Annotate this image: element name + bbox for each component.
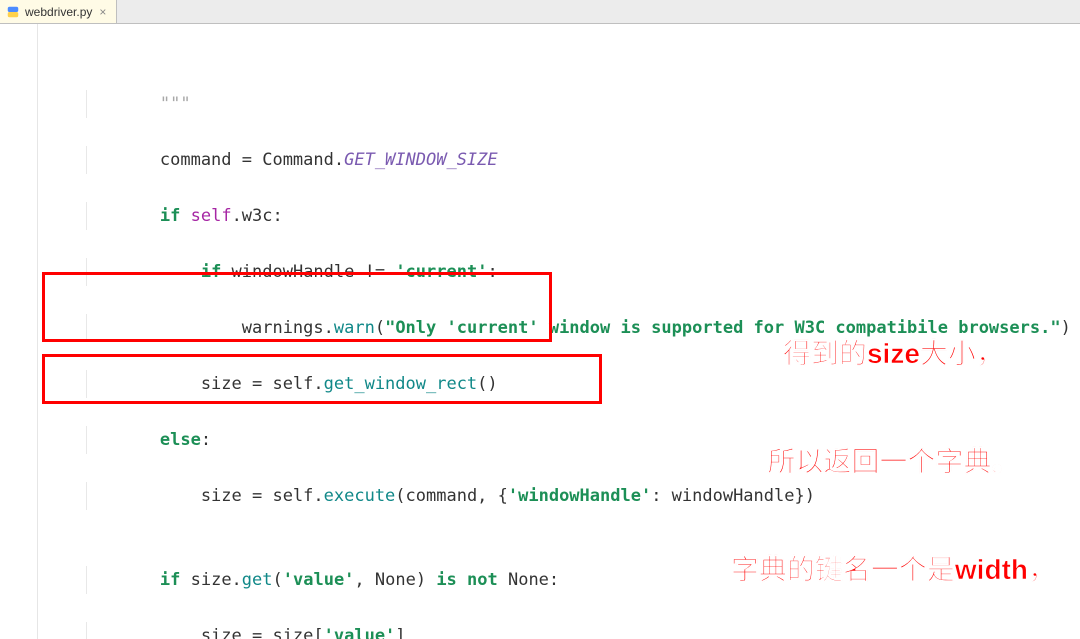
constant: GET_WINDOW_SIZE <box>344 150 498 170</box>
string-literal: 'current' <box>395 262 487 282</box>
tab-filename: webdriver.py <box>25 5 92 19</box>
code-area[interactable]: """ command = Command.GET_WINDOW_SIZE if… <box>38 24 1080 639</box>
editor: """ command = Command.GET_WINDOW_SIZE if… <box>0 24 1080 639</box>
python-file-icon <box>6 5 20 19</box>
tab-bar: webdriver.py × <box>0 0 1080 24</box>
method-call: warn <box>334 318 375 338</box>
docstring-quote: """ <box>78 94 191 114</box>
keyword-if: if <box>160 206 180 226</box>
keyword-if: if <box>201 262 221 282</box>
keyword-else: else <box>160 430 201 450</box>
method-call: get_window_rect <box>324 374 478 394</box>
method-call: execute <box>324 486 396 506</box>
keyword-if: if <box>160 570 180 590</box>
string-literal: 'value' <box>283 570 355 590</box>
string-literal: "Only 'current' window is supported for … <box>385 318 1061 338</box>
keyword-is-not: is not <box>436 570 497 590</box>
close-icon[interactable]: × <box>97 5 108 19</box>
file-tab[interactable]: webdriver.py × <box>0 0 117 23</box>
code-text: command = Command. <box>78 150 344 170</box>
string-literal: 'windowHandle' <box>508 486 651 506</box>
gutter <box>0 24 38 639</box>
string-literal: 'value' <box>324 626 396 639</box>
